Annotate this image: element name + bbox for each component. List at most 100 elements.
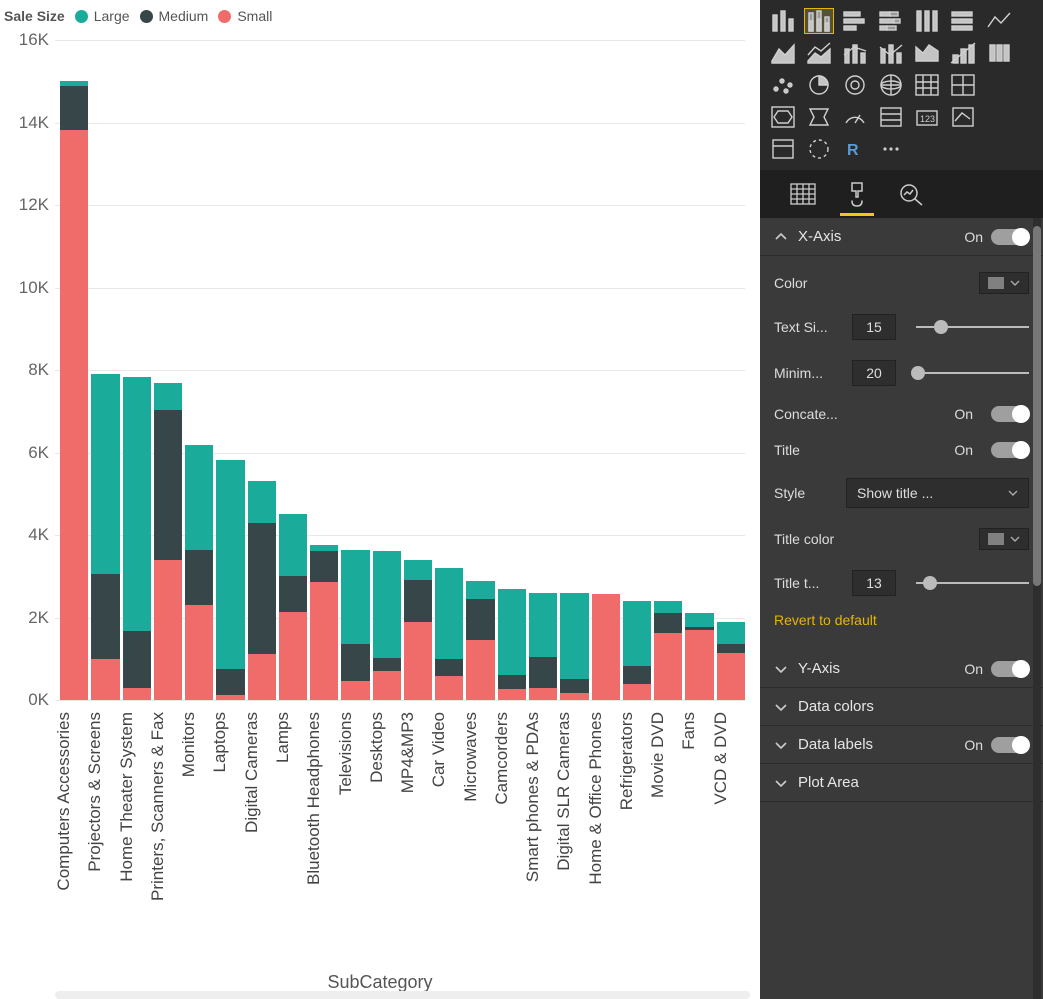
bar-segment[interactable] (404, 580, 432, 621)
bar-column[interactable] (404, 560, 432, 700)
bar-segment[interactable] (435, 659, 463, 676)
bar-segment[interactable] (654, 633, 682, 700)
bar-segment[interactable] (154, 410, 182, 560)
bar-column[interactable] (717, 622, 745, 700)
viz-type-icon[interactable] (768, 72, 798, 98)
scrollbar-thumb[interactable] (1033, 226, 1041, 586)
bar-column[interactable] (560, 593, 588, 700)
bar-column[interactable] (623, 601, 651, 700)
bar-segment[interactable] (623, 601, 651, 666)
bar-segment[interactable] (123, 688, 151, 700)
bar-segment[interactable] (529, 688, 557, 700)
x-axis-title-textsize-slider[interactable] (916, 582, 1029, 584)
viz-type-icon[interactable] (984, 8, 1014, 34)
bar-segment[interactable] (498, 675, 526, 689)
bar-segment[interactable] (91, 574, 119, 659)
bar-segment[interactable] (279, 576, 307, 612)
bar-column[interactable] (91, 374, 119, 700)
bar-segment[interactable] (560, 693, 588, 700)
section-data-colors[interactable]: Data colors (760, 688, 1043, 726)
bar-column[interactable] (341, 550, 369, 700)
bar-segment[interactable] (341, 550, 369, 644)
bar-segment[interactable] (91, 374, 119, 574)
x-axis-color-picker[interactable] (979, 272, 1029, 294)
format-tab[interactable] (842, 180, 872, 208)
bar-segment[interactable] (310, 582, 338, 700)
bar-column[interactable] (248, 481, 276, 700)
bar-segment[interactable] (91, 659, 119, 700)
revert-to-default-link[interactable]: Revert to default (774, 606, 1029, 638)
section-y-axis[interactable]: Y-Axis On (760, 650, 1043, 688)
bar-segment[interactable] (498, 589, 526, 675)
x-axis-title-toggle[interactable] (991, 442, 1029, 458)
bar-segment[interactable] (654, 613, 682, 633)
bar-column[interactable] (529, 593, 557, 700)
bar-segment[interactable] (717, 622, 745, 644)
bar-segment[interactable] (310, 551, 338, 583)
viz-type-icon[interactable] (840, 40, 870, 66)
bar-segment[interactable] (248, 654, 276, 700)
viz-type-icon[interactable]: 123 (912, 104, 942, 130)
x-axis-toggle[interactable] (991, 229, 1029, 245)
bar-segment[interactable] (404, 560, 432, 581)
bar-segment[interactable] (341, 681, 369, 700)
section-x-axis[interactable]: X-Axis On (760, 218, 1043, 256)
bar-segment[interactable] (623, 666, 651, 683)
bar-column[interactable] (592, 594, 620, 700)
viz-type-icon[interactable] (948, 40, 978, 66)
bar-segment[interactable] (123, 631, 151, 688)
bar-segment[interactable] (154, 383, 182, 410)
viz-type-icon[interactable] (768, 136, 798, 162)
bar-segment[interactable] (373, 671, 401, 700)
viz-type-icon[interactable] (876, 8, 906, 34)
bar-segment[interactable] (654, 601, 682, 613)
viz-type-icon[interactable]: R (840, 136, 870, 162)
viz-type-icon[interactable] (948, 104, 978, 130)
bar-segment[interactable] (185, 605, 213, 700)
bar-segment[interactable] (717, 653, 745, 700)
bar-segment[interactable] (685, 630, 713, 700)
bar-segment[interactable] (185, 445, 213, 550)
viz-type-icon[interactable] (912, 72, 942, 98)
viz-type-icon[interactable] (768, 104, 798, 130)
bar-column[interactable] (466, 581, 494, 700)
bar-segment[interactable] (216, 460, 244, 668)
bar-column[interactable] (435, 568, 463, 700)
viz-type-icon[interactable] (912, 8, 942, 34)
bar-segment[interactable] (435, 568, 463, 659)
x-axis-title-textsize-input[interactable]: 13 (852, 570, 896, 596)
pane-scrollbar[interactable] (1033, 218, 1041, 999)
bar-segment[interactable] (717, 644, 745, 653)
bar-segment[interactable] (373, 658, 401, 671)
bar-segment[interactable] (529, 593, 557, 657)
bar-segment[interactable] (560, 593, 588, 680)
bar-segment[interactable] (216, 695, 244, 700)
viz-type-icon[interactable] (840, 8, 870, 34)
section-data-labels[interactable]: Data labels On (760, 726, 1043, 764)
viz-type-icon[interactable] (876, 72, 906, 98)
viz-type-icon[interactable] (948, 8, 978, 34)
viz-type-icon[interactable] (804, 8, 834, 34)
bar-segment[interactable] (341, 644, 369, 681)
bar-segment[interactable] (466, 581, 494, 598)
y-axis-toggle[interactable] (991, 661, 1029, 677)
bar-column[interactable] (123, 377, 151, 700)
bar-column[interactable] (310, 545, 338, 700)
bar-segment[interactable] (498, 689, 526, 700)
section-plot-area[interactable]: Plot Area (760, 764, 1043, 802)
bar-segment[interactable] (435, 676, 463, 700)
viz-type-icon[interactable] (984, 40, 1014, 66)
viz-type-icon[interactable] (876, 104, 906, 130)
bar-column[interactable] (185, 445, 213, 700)
bar-column[interactable] (498, 589, 526, 700)
x-axis-minimum-slider[interactable] (916, 372, 1029, 374)
bar-column[interactable] (654, 601, 682, 700)
viz-type-icon[interactable] (804, 104, 834, 130)
data-labels-toggle[interactable] (991, 737, 1029, 753)
bar-segment[interactable] (216, 669, 244, 695)
viz-type-icon[interactable] (804, 40, 834, 66)
x-axis-minimum-input[interactable]: 20 (852, 360, 896, 386)
bar-column[interactable] (685, 613, 713, 700)
viz-type-icon[interactable] (804, 72, 834, 98)
chart-horizontal-scrollbar[interactable] (55, 991, 750, 999)
